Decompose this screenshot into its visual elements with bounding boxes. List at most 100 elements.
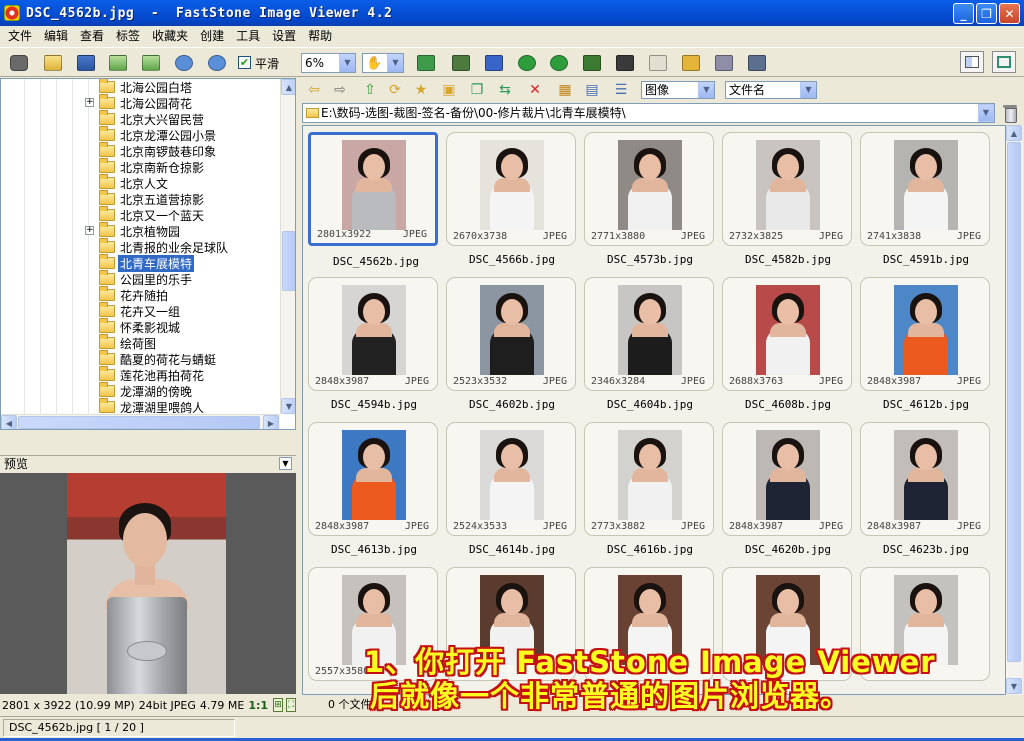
collapse-icon[interactable]: ▼ [279, 457, 292, 470]
tree-item[interactable]: + 北京植物园 [85, 222, 182, 239]
scroll-up-icon[interactable]: ▲ [1006, 125, 1022, 141]
list-view-icon[interactable]: ▤ [583, 82, 601, 98]
fullscreen-icon[interactable] [647, 52, 669, 74]
tree-item[interactable]: 北青报的业余足球队 [99, 238, 230, 255]
copy-icon[interactable]: ❐ [468, 82, 486, 98]
scroll-down-icon[interactable]: ▼ [1006, 678, 1022, 694]
rotate-left-icon[interactable] [516, 52, 538, 74]
expand-icon[interactable]: + [85, 226, 94, 235]
new-folder-icon[interactable]: ▣ [440, 82, 458, 98]
tree-item[interactable]: 北京南新仓掠影 [99, 158, 206, 175]
layout-icon[interactable] [960, 51, 984, 73]
tree-item[interactable]: 怀柔影视城 [99, 318, 182, 335]
menu-edit[interactable]: 编辑 [38, 27, 74, 45]
crop-icon[interactable] [450, 52, 472, 74]
maximize-button[interactable]: ❐ [976, 3, 997, 24]
tree-item[interactable]: 龙潭湖的傍晚 [99, 382, 194, 399]
forward-icon[interactable]: ⇨ [331, 82, 349, 98]
recycle-bin-icon[interactable] [1001, 104, 1019, 123]
thumbnail-card[interactable]: 2801x3922 JPEG DSC_4562b.jpg [308, 132, 438, 268]
print-icon[interactable] [713, 52, 735, 74]
open-folder-icon[interactable] [42, 52, 64, 74]
tree-item[interactable]: 绘荷图 [99, 334, 158, 351]
tree-item[interactable]: + 北海公园荷花 [85, 94, 194, 111]
thumbnail-card[interactable]: 2848x3987 JPEG DSC_4623b.jpg [860, 422, 990, 556]
slideshow-icon[interactable] [614, 52, 636, 74]
rotate-right-icon[interactable] [548, 52, 570, 74]
tree-item[interactable]: 北京人文 [99, 174, 170, 191]
tree-item[interactable]: 北青车展模特 [99, 253, 196, 273]
tree-item[interactable]: 北京大兴留民营 [99, 110, 206, 127]
thumbnail-card[interactable]: 2688x3763 JPEG DSC_4608b.jpg [722, 277, 852, 411]
menu-help[interactable]: 帮助 [302, 27, 338, 45]
thumbnail-card[interactable]: 2848x3987 JPEG DSC_4612b.jpg [860, 277, 990, 411]
zoom-out-icon[interactable] [206, 52, 228, 74]
scroll-right-icon[interactable]: ▶ [263, 415, 279, 429]
up-folder-icon[interactable]: ⇧ [361, 82, 379, 98]
thumbnail-card[interactable]: 2524x3533 JPEG DSC_4614b.jpg [446, 422, 576, 556]
zoom-in-icon[interactable] [173, 52, 195, 74]
flip-icon[interactable] [581, 52, 603, 74]
menu-settings[interactable]: 设置 [266, 27, 302, 45]
menu-tags[interactable]: 标签 [110, 27, 146, 45]
thumbnail-card[interactable]: 2773x3882 JPEG DSC_4616b.jpg [584, 422, 714, 556]
previous-icon[interactable] [107, 52, 129, 74]
thumbnail-card[interactable]: 2848x3987 JPEG DSC_4620b.jpg [722, 422, 852, 556]
email-icon[interactable] [680, 52, 702, 74]
actual-size-icon[interactable]: ⛶ [286, 698, 296, 712]
pan-tool-select[interactable]: ✋ ▼ [362, 53, 404, 73]
thumbnail-scroll-thumb[interactable] [1007, 142, 1021, 662]
scroll-left-icon[interactable]: ◀ [1, 415, 17, 429]
thumbnail-card[interactable]: 2848x3987 JPEG DSC_4613b.jpg [308, 422, 438, 556]
thumbnail-card[interactable]: 2741x3838 JPEG DSC_4591b.jpg [860, 132, 990, 266]
edit-icon[interactable] [746, 52, 768, 74]
scroll-down-icon[interactable]: ▼ [281, 398, 295, 414]
tree-item[interactable]: 北京龙潭公园小景 [99, 126, 218, 143]
tree-horizontal-scrollbar[interactable]: ◀ ▶ [1, 414, 280, 429]
menu-favorites[interactable]: 收藏夹 [146, 27, 194, 45]
favorites-icon[interactable]: ★ [412, 82, 430, 98]
thumbnail-card[interactable]: 2523x3532 JPEG DSC_4602b.jpg [446, 277, 576, 411]
minimize-button[interactable]: _ [953, 3, 974, 24]
sort-select[interactable]: 文件名 ▼ [725, 81, 817, 99]
tree-item[interactable]: 北京五道营掠影 [99, 190, 206, 207]
menu-view[interactable]: 查看 [74, 27, 110, 45]
tree-item[interactable]: 酷夏的荷花与蜻蜓 [99, 350, 218, 367]
next-icon[interactable] [140, 52, 162, 74]
menu-create[interactable]: 创建 [194, 27, 230, 45]
thumbnail-card[interactable]: 2732x3825 JPEG DSC_4582b.jpg [722, 132, 852, 266]
menu-file[interactable]: 文件 [2, 27, 38, 45]
rename-icon[interactable] [483, 52, 505, 74]
thumbnail-view-icon[interactable]: ▦ [556, 82, 574, 98]
thumbnail-scrollbar[interactable]: ▲ ▼ [1006, 125, 1023, 695]
close-button[interactable]: ✕ [999, 3, 1020, 24]
expand-icon[interactable]: + [85, 98, 94, 107]
tree-item[interactable]: 莲花池再拍荷花 [99, 366, 206, 383]
filter-select[interactable]: 图像 ▼ [641, 81, 715, 99]
thumbnail-card[interactable]: 2771x3880 JPEG DSC_4573b.jpg [584, 132, 714, 266]
tree-vertical-scrollbar[interactable]: ▲ ▼ [280, 79, 295, 414]
thumbnail-card[interactable]: 2848x3987 JPEG DSC_4594b.jpg [308, 277, 438, 411]
refresh-icon[interactable]: ⟳ [386, 82, 404, 98]
tree-item[interactable]: 龙潭湖里喂鸽人 [99, 398, 206, 415]
tree-item[interactable]: 公园里的乐手 [99, 270, 194, 287]
camera-icon[interactable] [8, 52, 30, 74]
thumbnail-card[interactable]: 2670x3738 JPEG DSC_4566b.jpg [446, 132, 576, 266]
thumbnail-card[interactable]: 2346x3284 JPEG DSC_4604b.jpg [584, 277, 714, 411]
path-bar[interactable]: E:\数码-选图-裁图-签名-备份\00-修片裁片\北青车展模特\ [302, 103, 995, 123]
fit-icon[interactable]: ⊞ [273, 698, 284, 712]
copy-to-icon[interactable] [415, 52, 437, 74]
smooth-checkbox[interactable]: ✔ [238, 56, 251, 69]
delete-icon[interactable]: ✕ [526, 82, 544, 98]
tree-item[interactable]: 北京又一个蓝天 [99, 206, 206, 223]
tree-item[interactable]: 花卉又一组 [99, 302, 182, 319]
tree-item[interactable]: 北海公园白塔 [99, 79, 194, 95]
fit-window-icon[interactable] [992, 51, 1016, 73]
tree-item[interactable]: 花卉随拍 [99, 286, 170, 303]
tree-hscroll-thumb[interactable] [18, 416, 260, 429]
back-icon[interactable]: ⇦ [305, 82, 323, 98]
details-view-icon[interactable]: ☰ [612, 82, 630, 98]
menu-tools[interactable]: 工具 [230, 27, 266, 45]
tree-item[interactable]: 北京南锣鼓巷印象 [99, 142, 218, 159]
scroll-up-icon[interactable]: ▲ [281, 79, 295, 95]
